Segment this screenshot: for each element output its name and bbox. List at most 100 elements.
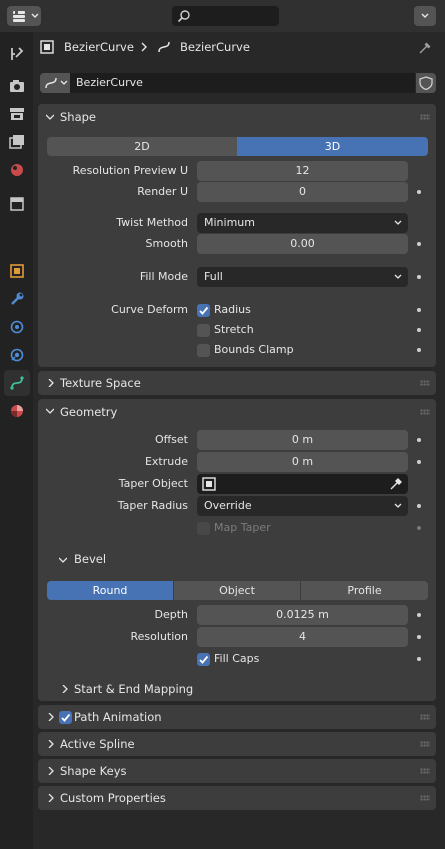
bevel-object-button[interactable]: Object [173, 581, 300, 600]
bevel-round-button[interactable]: Round [47, 581, 173, 600]
keyframe-dot[interactable] [417, 657, 421, 661]
keyframe-dot[interactable] [417, 190, 421, 194]
keyframe-dot[interactable] [417, 635, 421, 639]
fill-mode-dropdown[interactable]: Full [197, 267, 408, 287]
scene-tab[interactable] [4, 157, 30, 183]
curve-data-icon [45, 77, 57, 89]
keyframe-dot[interactable] [417, 328, 421, 332]
tool-icon [11, 47, 24, 60]
fill-mode-label: Fill Mode [139, 270, 188, 283]
drag-handle[interactable] [420, 114, 430, 120]
taper-object-field[interactable] [197, 474, 408, 494]
physics-tab[interactable] [4, 342, 30, 368]
path-animation-header[interactable]: Path Animation [74, 705, 162, 729]
custom-properties-header[interactable]: Custom Properties [38, 786, 166, 810]
chevron-down-icon [59, 557, 67, 563]
depth-field[interactable]: 0.0125 m [197, 605, 408, 625]
drag-handle[interactable] [420, 380, 430, 386]
offset-field[interactable]: 0 m [197, 430, 408, 450]
offset-label: Offset [154, 433, 188, 446]
editor-type-button[interactable] [7, 6, 41, 26]
chevron-down-icon [46, 408, 54, 414]
options-dropdown[interactable] [414, 6, 436, 26]
chevron-right-icon [48, 767, 54, 775]
drag-handle[interactable] [420, 714, 430, 720]
datablock-selector: BezierCurve [40, 73, 436, 93]
bevel-profile-button[interactable]: Profile [300, 581, 428, 600]
keyframe-dot[interactable] [417, 275, 421, 279]
tool-tab[interactable] [4, 41, 30, 67]
drag-handle[interactable] [420, 741, 430, 747]
checkmark-icon [199, 306, 209, 315]
map-taper-checkbox[interactable] [197, 522, 210, 535]
bounds-clamp-checkbox[interactable] [197, 344, 210, 357]
bevel-subpanel-header[interactable]: Bevel [74, 549, 106, 569]
fake-user-button[interactable] [416, 73, 436, 93]
start-end-mapping-header[interactable]: Start & End Mapping [74, 679, 193, 699]
smooth-field[interactable]: 0.00 [197, 234, 408, 254]
fill-caps-label: Fill Caps [214, 652, 260, 665]
view-layer-tab[interactable] [4, 129, 30, 155]
geometry-panel: Geometry Offset 0 m Extrude 0 m Taper Ob… [38, 399, 436, 701]
curve-data-tab[interactable] [4, 370, 30, 396]
render-u-field[interactable]: 0 [197, 182, 408, 202]
drag-handle[interactable] [420, 768, 430, 774]
keyframe-dot[interactable] [417, 613, 421, 617]
drag-handle[interactable] [420, 795, 430, 801]
resolution-preview-label: Resolution Preview U [72, 164, 188, 177]
path-animation-panel: Path Animation [38, 705, 436, 729]
object-tab[interactable] [4, 258, 30, 284]
keyframe-dot[interactable] [417, 348, 421, 352]
resolution-preview-field[interactable]: 12 [197, 161, 408, 181]
eyedropper-icon[interactable] [389, 477, 403, 491]
keyframe-dot[interactable] [417, 504, 421, 508]
material-tab[interactable] [4, 398, 30, 424]
path-animation-checkbox[interactable] [59, 711, 72, 724]
particles-tab[interactable] [4, 314, 30, 340]
chevron-down-icon [60, 80, 68, 85]
extrude-field[interactable]: 0 m [197, 452, 408, 472]
keyframe-dot[interactable] [417, 526, 421, 530]
curve-data-icon [158, 41, 170, 53]
chevron-down-icon [31, 13, 39, 18]
map-taper-label: Map Taper [214, 521, 271, 534]
render-tab[interactable] [4, 73, 30, 99]
fill-caps-checkbox[interactable] [197, 653, 210, 666]
modifier-tab[interactable] [4, 286, 30, 312]
breadcrumb-object: BezierCurve [64, 40, 134, 54]
active-spline-panel: Active Spline [38, 732, 436, 756]
world-tab[interactable] [4, 191, 30, 217]
twist-method-dropdown[interactable]: Minimum [197, 213, 408, 233]
dim-3d-button[interactable]: 3D [237, 137, 428, 156]
keyframe-dot[interactable] [417, 460, 421, 464]
dim-2d-button[interactable]: 2D [47, 137, 237, 156]
datablock-name-field[interactable]: BezierCurve [70, 73, 415, 93]
search-input[interactable] [172, 6, 279, 26]
output-tab[interactable] [4, 101, 30, 127]
world-icon [10, 197, 24, 211]
chevron-right-icon [48, 740, 54, 748]
keyframe-dot[interactable] [417, 438, 421, 442]
bevel-resolution-label: Resolution [130, 630, 188, 643]
drag-handle[interactable] [420, 409, 430, 415]
material-icon [11, 405, 23, 417]
stretch-checkbox[interactable] [197, 324, 210, 337]
radius-label: Radius [214, 303, 251, 316]
scene-icon [11, 164, 23, 176]
keyframe-dot[interactable] [417, 308, 421, 312]
object-icon [202, 477, 216, 491]
taper-radius-value: Override [204, 499, 252, 512]
render-u-label: Render U [137, 185, 188, 198]
taper-radius-dropdown[interactable]: Override [197, 496, 408, 516]
physics-icon [10, 348, 24, 362]
pin-icon[interactable] [419, 40, 433, 54]
keyframe-dot[interactable] [417, 242, 421, 246]
custom-properties-panel: Custom Properties [38, 786, 436, 810]
extrude-label: Extrude [144, 455, 188, 468]
checkmark-icon [61, 713, 71, 722]
datablock-browse-button[interactable] [40, 73, 70, 93]
bevel-resolution-field[interactable]: 4 [197, 627, 408, 647]
shape-keys-panel: Shape Keys [38, 759, 436, 783]
radius-checkbox[interactable] [197, 304, 210, 317]
chevron-right-icon [48, 713, 54, 721]
